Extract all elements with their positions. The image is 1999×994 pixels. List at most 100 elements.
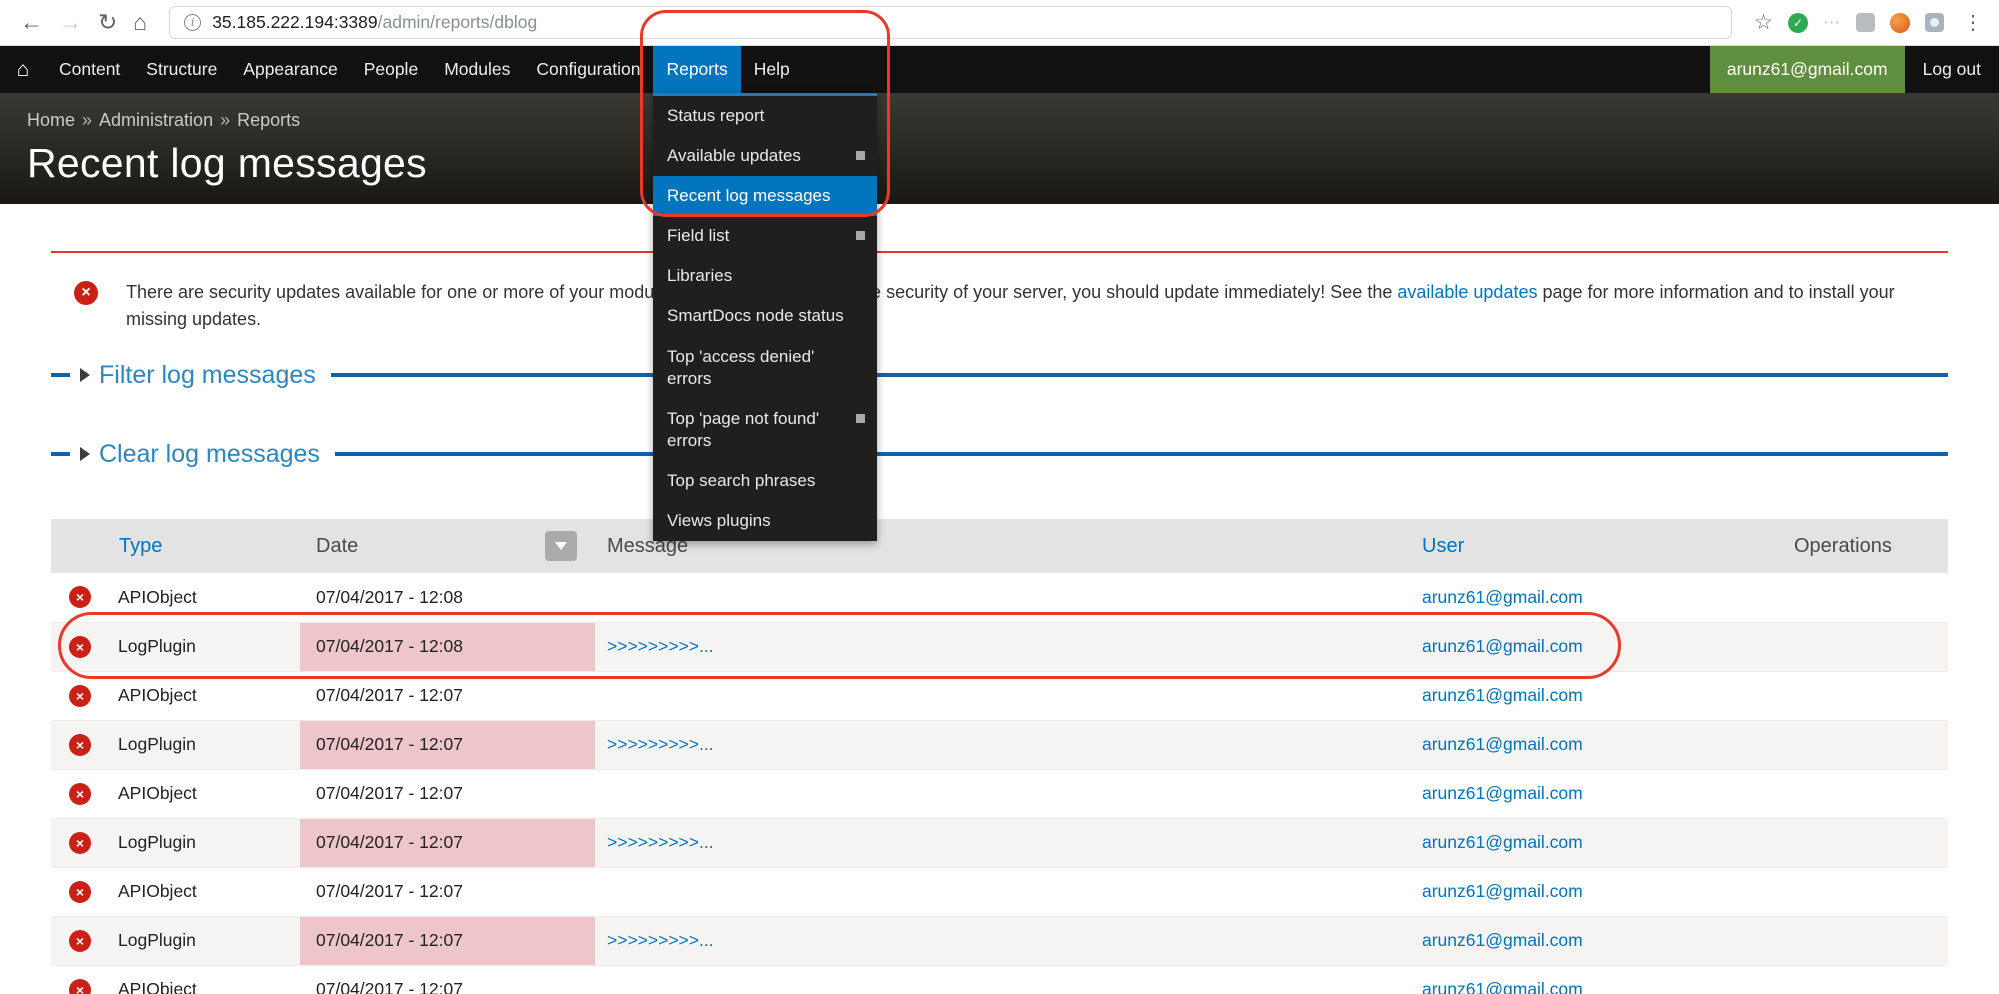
error-message-text: There are security updates available for… [126, 279, 1936, 333]
log-table-row: ×LogPlugin 07/04/2017 - 12:07 >>>>>>>>>.… [51, 720, 1948, 769]
log-type: LogPlugin [118, 734, 196, 754]
log-user-link[interactable]: arunz61@gmail.com [1422, 685, 1583, 705]
extension-icon-2[interactable] [1890, 13, 1910, 33]
log-operations [1782, 818, 1948, 867]
extension-check-icon[interactable]: ✓ [1788, 13, 1808, 33]
toolbar-item-people[interactable]: People [351, 46, 432, 93]
log-user-link[interactable]: arunz61@gmail.com [1422, 881, 1583, 901]
admin-home-icon[interactable]: ⌂ [0, 46, 46, 93]
log-table-row: × APIObject 07/04/2017 - 12:07 arunz61@gm… [51, 671, 1948, 720]
column-header-user[interactable]: User [1422, 535, 1464, 557]
extension-dots-icon[interactable]: ⋯ [1823, 13, 1841, 33]
log-user-link[interactable]: arunz61@gmail.com [1422, 587, 1583, 607]
column-header-type[interactable]: Type [119, 535, 162, 557]
account-button[interactable]: arunz61@gmail.com [1710, 46, 1905, 93]
error-severity-icon: × [69, 636, 91, 658]
log-type: APIObject [118, 587, 197, 607]
log-message-link[interactable]: >>>>>>>>>... [607, 734, 714, 754]
log-type: APIObject [118, 685, 197, 705]
chrome-actions: ☆ ✓ ⋯ ⋮ [1754, 10, 1983, 35]
sort-descending-button[interactable] [545, 531, 577, 561]
dropdown-item-libraries[interactable]: Libraries [653, 256, 877, 296]
toolbar-item-configuration[interactable]: Configuration [523, 46, 653, 93]
log-type: LogPlugin [118, 832, 196, 852]
update-badge-icon [856, 414, 865, 423]
error-severity-icon: × [69, 685, 91, 707]
log-table-row: ×APIObject 07/04/2017 - 12:07 arunz61@gm… [51, 965, 1948, 994]
log-message-link[interactable]: >>>>>>>>>... [607, 832, 714, 852]
log-user-link[interactable]: arunz61@gmail.com [1422, 979, 1583, 994]
log-user-link[interactable]: arunz61@gmail.com [1422, 636, 1583, 656]
log-date: 07/04/2017 - 12:07 [300, 916, 595, 965]
log-table-row: × LogPlugin 07/04/2017 - 12:07 >>>>>>>>>.… [51, 916, 1948, 965]
log-user-link[interactable]: arunz61@gmail.com [1422, 832, 1583, 852]
log-table-row: ×LogPlugin 07/04/2017 - 12:07 >>>>>>>>>.… [51, 818, 1948, 867]
breadcrumb-administration[interactable]: Administration [99, 110, 213, 130]
breadcrumb: Home»Administration»Reports [27, 93, 1972, 131]
extension-icon-1[interactable] [1856, 13, 1875, 32]
column-header-operations: Operations [1782, 519, 1948, 573]
error-severity-icon: × [69, 586, 91, 608]
page-title: Recent log messages [27, 140, 1972, 187]
update-badge-icon [856, 151, 865, 160]
bookmark-star-icon[interactable]: ☆ [1754, 10, 1773, 35]
collapsed-arrow-icon [80, 447, 90, 461]
fieldset-clear-legend[interactable]: Clear log messages [70, 440, 335, 469]
dropdown-item-available-updates[interactable]: Available updates [653, 136, 877, 176]
back-icon[interactable]: ← [20, 11, 43, 34]
extension-icon-3[interactable] [1925, 13, 1944, 32]
log-date: 07/04/2017 - 12:07 [300, 671, 595, 720]
log-table-row: ×APIObject 07/04/2017 - 12:07 arunz61@gm… [51, 769, 1948, 818]
url-path: /admin/reports/dblog [378, 12, 538, 32]
column-header-date[interactable]: Date [300, 519, 595, 573]
error-severity-icon: × [69, 930, 91, 952]
browser-menu-icon[interactable]: ⋮ [1959, 10, 1983, 35]
toolbar-item-appearance[interactable]: Appearance [230, 46, 350, 93]
log-user-link[interactable]: arunz61@gmail.com [1422, 734, 1583, 754]
fieldset-clear-log-messages: Clear log messages [51, 436, 1948, 472]
dropdown-item-field-list[interactable]: Field list [653, 216, 877, 256]
toolbar-item-help[interactable]: Help [741, 46, 803, 93]
log-type: APIObject [118, 979, 197, 994]
fieldset-border-line [331, 373, 1948, 377]
log-type: APIObject [118, 783, 197, 803]
page-header: Home»Administration»Reports Recent log m… [0, 93, 1999, 204]
table-header-row: Type Date Message User Operations [51, 519, 1948, 573]
fieldset-filter-legend[interactable]: Filter log messages [70, 361, 331, 390]
log-user-link[interactable]: arunz61@gmail.com [1422, 783, 1583, 803]
log-operations [1782, 867, 1948, 916]
fieldset-border-line [335, 452, 1948, 456]
logout-button[interactable]: Log out [1905, 46, 1999, 93]
log-type: LogPlugin [118, 930, 196, 950]
toolbar-item-content[interactable]: Content [46, 46, 133, 93]
dropdown-item-smartdocs-node-status[interactable]: SmartDocs node status [653, 296, 877, 336]
url-text: 35.185.222.194:3389/admin/reports/dblog [212, 12, 537, 33]
dropdown-item-recent-log-messages[interactable]: Recent log messages [653, 176, 877, 216]
error-severity-icon: × [69, 979, 91, 994]
log-message-link[interactable]: >>>>>>>>>... [607, 930, 714, 950]
breadcrumb-reports[interactable]: Reports [237, 110, 300, 130]
home-icon[interactable]: ⌂ [133, 11, 147, 34]
toolbar-item-modules[interactable]: Modules [431, 46, 523, 93]
log-user-link[interactable]: arunz61@gmail.com [1422, 930, 1583, 950]
available-updates-link[interactable]: available updates [1397, 282, 1537, 302]
dropdown-item-status-report[interactable]: Status report [653, 96, 877, 136]
toolbar-item-structure[interactable]: Structure [133, 46, 230, 93]
admin-menu: ContentStructureAppearancePeopleModulesC… [46, 46, 803, 93]
log-operations [1782, 720, 1948, 769]
dropdown-item-top-page-not-found-errors[interactable]: Top 'page not found' errors [653, 399, 877, 461]
reload-icon[interactable]: ↻ [98, 11, 117, 34]
dropdown-item-top-access-denied-errors[interactable]: Top 'access denied' errors [653, 337, 877, 399]
log-table-row: ×APIObject 07/04/2017 - 12:08 arunz61@gm… [51, 573, 1948, 622]
forward-icon[interactable]: → [59, 11, 82, 34]
log-message-link[interactable]: >>>>>>>>>... [607, 636, 714, 656]
error-message-banner: × There are security updates available f… [51, 251, 1948, 333]
breadcrumb-home[interactable]: Home [27, 110, 75, 130]
url-host: 35.185.222.194:3389 [212, 12, 377, 32]
toolbar-item-reports[interactable]: Reports [653, 46, 740, 93]
address-bar[interactable]: i 35.185.222.194:3389/admin/reports/dblo… [169, 6, 1732, 39]
log-date: 07/04/2017 - 12:07 [300, 818, 595, 867]
dropdown-item-top-search-phrases[interactable]: Top search phrases [653, 461, 877, 501]
page-info-icon[interactable]: i [184, 14, 201, 31]
dropdown-item-views-plugins[interactable]: Views plugins [653, 501, 877, 541]
